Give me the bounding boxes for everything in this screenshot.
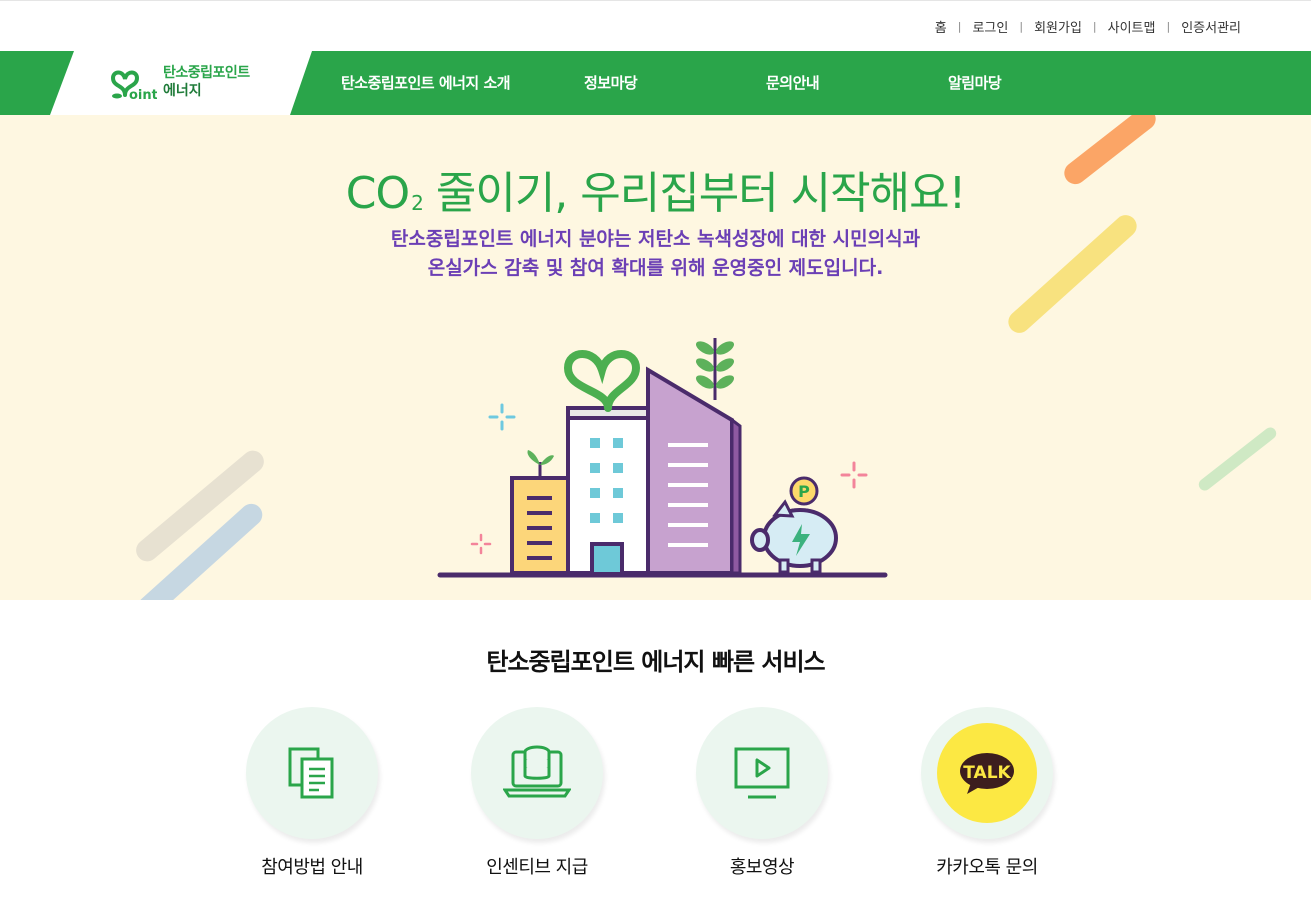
hero-title-rest: 줄이기, 우리집부터 시작해요! [422,168,966,219]
nav-item-intro[interactable]: 탄소중립포인트 에너지 소개 [341,72,511,93]
certificate-link[interactable]: 인증서관리 [1181,17,1241,36]
service-icon-circle [696,707,828,839]
service-label: 홍보영상 [729,857,795,878]
services-title: 탄소중립포인트 에너지 빠른 서비스 [486,648,825,676]
nav-item-inquiry[interactable]: 문의안내 [766,72,820,93]
kakao-talk-badge: TALK [963,763,1011,783]
coin-label: P [798,482,810,501]
separator: | [1166,20,1171,33]
nav-item-notice[interactable]: 알림마당 [948,72,1002,93]
quick-services: 탄소중립포인트 에너지 빠른 서비스 참여방법 안내 인센티브 지급 홍보영상 … [0,600,1311,920]
service-kakaotalk[interactable]: TALK 카카오톡 문의 [897,707,1077,879]
hero-title-co: CO [345,168,410,219]
utility-bar: 홈 | 로그인 | 회원가입 | 사이트맵 | 인증서관리 [0,0,1311,51]
buildings-illustration: P [437,338,888,578]
service-label: 인센티브 지급 [486,857,588,878]
service-icon-circle: TALK [921,707,1053,839]
separator: | [957,20,962,33]
hero-banner: CO 2 줄이기, 우리집부터 시작해요! 탄소중립포인트 에너지 분야는 저탄소… [0,115,1311,600]
signup-link[interactable]: 회원가입 [1034,17,1082,36]
video-play-icon [734,747,790,799]
hero-description: 탄소중립포인트 에너지 분야는 저탄소 녹색성장에 대한 시민의식과 온실가스 … [0,225,1311,283]
home-link[interactable]: 홈 [935,17,947,36]
service-icon-circle [246,707,378,839]
nav-items: 탄소중립포인트 에너지 소개 정보마당 문의안내 알림마당 [0,51,1311,115]
hero-title: CO 2 줄이기, 우리집부터 시작해요! [0,157,1311,221]
coins-laptop-icon [503,745,571,798]
separator: | [1019,20,1024,33]
login-link[interactable]: 로그인 [972,17,1008,36]
decor-stripe-lightgreen [1196,425,1279,493]
hero-desc-line1: 탄소중립포인트 에너지 분야는 저탄소 녹색성장에 대한 시민의식과 [390,228,921,250]
service-participation-guide[interactable]: 참여방법 안내 [222,707,402,879]
sitemap-link[interactable]: 사이트맵 [1108,17,1156,36]
service-label: 참여방법 안내 [261,857,363,878]
utility-links: 홈 | 로그인 | 회원가입 | 사이트맵 | 인증서관리 [935,17,1241,36]
main-nav: oint 탄소중립포인트 에너지 탄소중립포인트 에너지 소개 정보마당 문의안… [0,51,1311,115]
service-label: 카카오톡 문의 [936,857,1038,878]
service-icon-circle [471,707,603,839]
kakaotalk-icon: TALK [937,723,1037,823]
nav-item-info[interactable]: 정보마당 [584,72,638,93]
service-promo-video[interactable]: 홍보영상 [672,707,852,879]
service-incentive[interactable]: 인센티브 지급 [447,707,627,879]
separator: | [1092,20,1097,33]
hero-desc-line2: 온실가스 감축 및 참여 확대를 위해 운영중인 제도입니다. [427,257,884,279]
hero-title-subscript: 2 [411,191,424,215]
document-copy-icon [288,747,334,799]
